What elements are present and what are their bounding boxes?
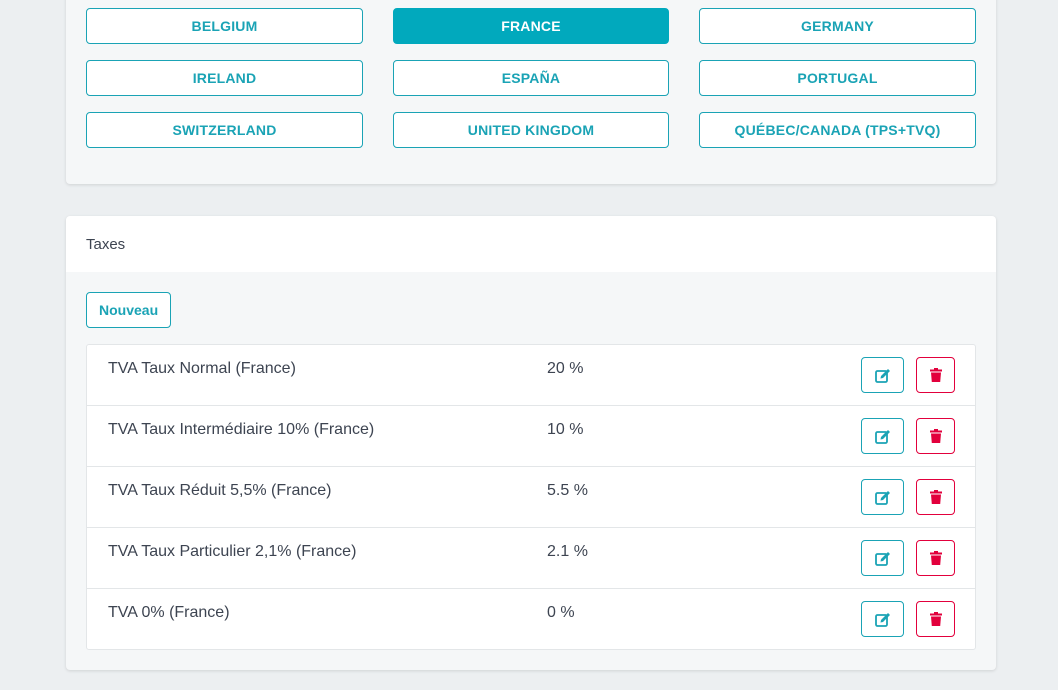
country-button-espana[interactable]: ESPAÑA: [393, 60, 669, 96]
trash-icon: [929, 368, 942, 382]
tax-rate: 5.5 %: [547, 482, 588, 499]
edit-tax-button[interactable]: [861, 601, 904, 637]
country-grid: BELGIUM FRANCE GERMANY IRELAND ESPAÑA PO…: [86, 8, 976, 148]
tax-row: TVA Taux Intermédiaire 10% (France) 10 %: [87, 406, 975, 467]
tax-rate: 10 %: [547, 421, 584, 438]
delete-tax-button[interactable]: [916, 357, 955, 393]
new-tax-button[interactable]: Nouveau: [86, 292, 172, 328]
country-button-portugal[interactable]: PORTUGAL: [699, 60, 976, 96]
country-button-ireland[interactable]: IRELAND: [86, 60, 363, 96]
trash-icon: [929, 490, 942, 504]
country-button-switzerland[interactable]: SWITZERLAND: [86, 112, 363, 148]
tax-row: TVA 0% (France) 0 %: [87, 589, 975, 649]
edit-icon: [874, 612, 891, 627]
taxes-card: Taxes Nouveau TVA Taux Normal (France) 2…: [66, 216, 996, 670]
edit-tax-button[interactable]: [861, 540, 904, 576]
delete-tax-button[interactable]: [916, 601, 955, 637]
tax-name: TVA Taux Intermédiaire 10% (France): [108, 421, 375, 438]
country-button-france[interactable]: FRANCE: [393, 8, 669, 44]
delete-tax-button[interactable]: [916, 479, 955, 515]
trash-icon: [929, 429, 942, 443]
country-button-united-kingdom[interactable]: UNITED KINGDOM: [393, 112, 669, 148]
trash-icon: [929, 612, 942, 626]
country-selector-card: BELGIUM FRANCE GERMANY IRELAND ESPAÑA PO…: [66, 0, 996, 184]
tax-name: TVA 0% (France): [108, 604, 230, 621]
taxes-title: Taxes: [86, 236, 126, 253]
tax-row: TVA Taux Normal (France) 20 %: [87, 345, 975, 406]
delete-tax-button[interactable]: [916, 418, 955, 454]
edit-icon: [874, 551, 891, 566]
edit-tax-button[interactable]: [861, 479, 904, 515]
tax-rate: 20 %: [547, 360, 584, 377]
edit-icon: [874, 490, 891, 505]
tax-rate: 0 %: [547, 604, 575, 621]
tax-row: TVA Taux Réduit 5,5% (France) 5.5 %: [87, 467, 975, 528]
tax-name: TVA Taux Normal (France): [108, 360, 296, 377]
trash-icon: [929, 551, 942, 565]
edit-tax-button[interactable]: [861, 418, 904, 454]
edit-icon: [874, 368, 891, 383]
tax-list: TVA Taux Normal (France) 20 % TVA Taux I…: [86, 344, 976, 650]
edit-tax-button[interactable]: [861, 357, 904, 393]
edit-icon: [874, 429, 891, 444]
country-button-germany[interactable]: GERMANY: [699, 8, 976, 44]
delete-tax-button[interactable]: [916, 540, 955, 576]
taxes-header: Taxes: [66, 216, 996, 272]
country-button-quebec-canada[interactable]: QUÉBEC/CANADA (TPS+TVQ): [699, 112, 976, 148]
tax-name: TVA Taux Réduit 5,5% (France): [108, 482, 332, 499]
tax-row: TVA Taux Particulier 2,1% (France) 2.1 %: [87, 528, 975, 589]
tax-rate: 2.1 %: [547, 543, 588, 560]
tax-name: TVA Taux Particulier 2,1% (France): [108, 543, 357, 560]
country-button-belgium[interactable]: BELGIUM: [86, 8, 363, 44]
